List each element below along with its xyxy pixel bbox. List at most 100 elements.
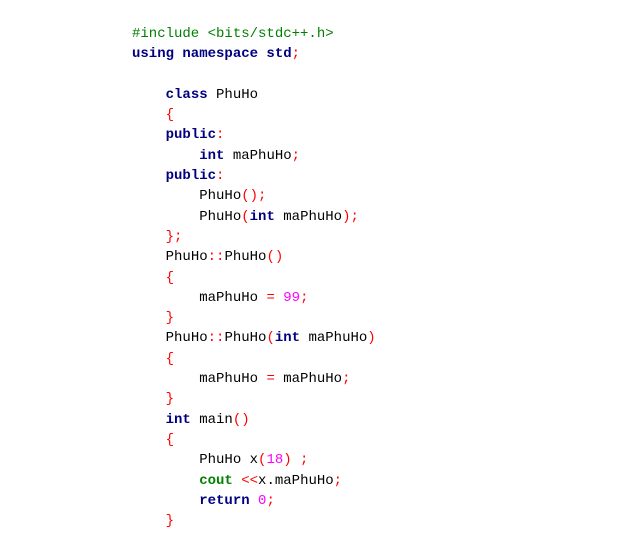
code-line: PhuHo(); — [132, 186, 376, 206]
code-line: public: — [132, 166, 376, 186]
code-token: using namespace std — [132, 46, 292, 63]
code-token: int — [274, 330, 301, 347]
code-token: return — [199, 492, 250, 509]
code-token: . — [266, 472, 275, 489]
code-token: ; — [266, 492, 275, 509]
code-token: (); — [241, 188, 267, 205]
code-token: int — [165, 411, 191, 428]
code-token: PhuHo — [199, 188, 242, 205]
code-token: = — [266, 289, 275, 306]
code-line: } — [132, 308, 376, 328]
code-token: } — [165, 310, 175, 327]
code-token: ( — [241, 208, 250, 225]
code-token: int — [199, 147, 225, 164]
code-line: PhuHo::PhuHo(int maPhuHo) — [132, 328, 376, 348]
code-token: ); — [342, 208, 359, 225]
code-token: maPhuHo — [199, 289, 267, 306]
code-token: ; — [291, 46, 301, 63]
code-line: class PhuHo — [132, 85, 376, 105]
code-token: maPhuHo — [224, 147, 292, 164]
code-token: () — [266, 249, 284, 266]
code-line: cout <<x.maPhuHo; — [132, 471, 376, 491]
code-token: #include <bits/stdc++.h> — [132, 26, 334, 42]
code-token: }; — [165, 228, 183, 245]
code-token: ) — [367, 330, 376, 347]
code-token: ; — [342, 371, 351, 388]
code-line: #include <bits/stdc++.h> — [132, 24, 376, 44]
code-line: int main() — [132, 410, 376, 430]
code-line: maPhuHo = 99; — [132, 288, 376, 308]
code-token: maPhuHo — [274, 371, 343, 388]
code-token: int — [249, 208, 275, 225]
code-token: () — [232, 411, 250, 428]
code-token: :: — [207, 330, 225, 347]
code-line: }; — [132, 227, 376, 247]
code-token: } — [165, 513, 175, 530]
code-token: { — [165, 269, 175, 286]
code-token: :: — [207, 249, 225, 266]
code-token: PhuHo x — [199, 452, 259, 469]
code-token: 99 — [283, 289, 301, 306]
code-token: : — [216, 127, 225, 144]
code-token: : — [216, 168, 225, 185]
code-line: return 0; — [132, 491, 376, 511]
code-token: PhuHo — [165, 330, 208, 347]
code-token: PhuHo — [207, 86, 259, 103]
code-token: = — [266, 371, 275, 388]
code-line: maPhuHo = maPhuHo; — [132, 369, 376, 389]
code-token: PhuHo — [224, 249, 267, 266]
code-token: ( — [266, 330, 275, 347]
code-token: ; — [300, 289, 309, 306]
code-line: public: — [132, 125, 376, 145]
code-token: } — [165, 391, 175, 408]
code-token: maPhuHo — [300, 330, 368, 347]
code-line: } — [132, 389, 376, 409]
code-token: main — [190, 411, 233, 428]
code-token: public — [165, 168, 217, 185]
code-token: public — [165, 127, 217, 144]
code-line: using namespace std; — [132, 44, 376, 64]
code-line: int maPhuHo; — [132, 146, 376, 166]
code-token: class — [165, 86, 208, 103]
code-token: maPhuHo — [274, 208, 343, 225]
code-line: { — [132, 105, 376, 125]
code-token: ) ; — [283, 452, 309, 469]
code-line: { — [132, 268, 376, 288]
code-token: ; — [333, 472, 343, 489]
code-line: { — [132, 349, 376, 369]
code-token: { — [165, 350, 175, 367]
code-token: PhuHo — [199, 208, 242, 225]
code-token: maPhuHo — [274, 472, 334, 489]
code-token: PhuHo — [165, 249, 208, 266]
code-block: #include <bits/stdc++.h> using namespace … — [132, 24, 376, 531]
code-token: << — [232, 472, 259, 489]
code-token: 18 — [266, 452, 284, 469]
code-token: { — [165, 431, 175, 448]
code-line: PhuHo x(18) ; — [132, 450, 376, 470]
code-token: cout — [199, 472, 233, 489]
